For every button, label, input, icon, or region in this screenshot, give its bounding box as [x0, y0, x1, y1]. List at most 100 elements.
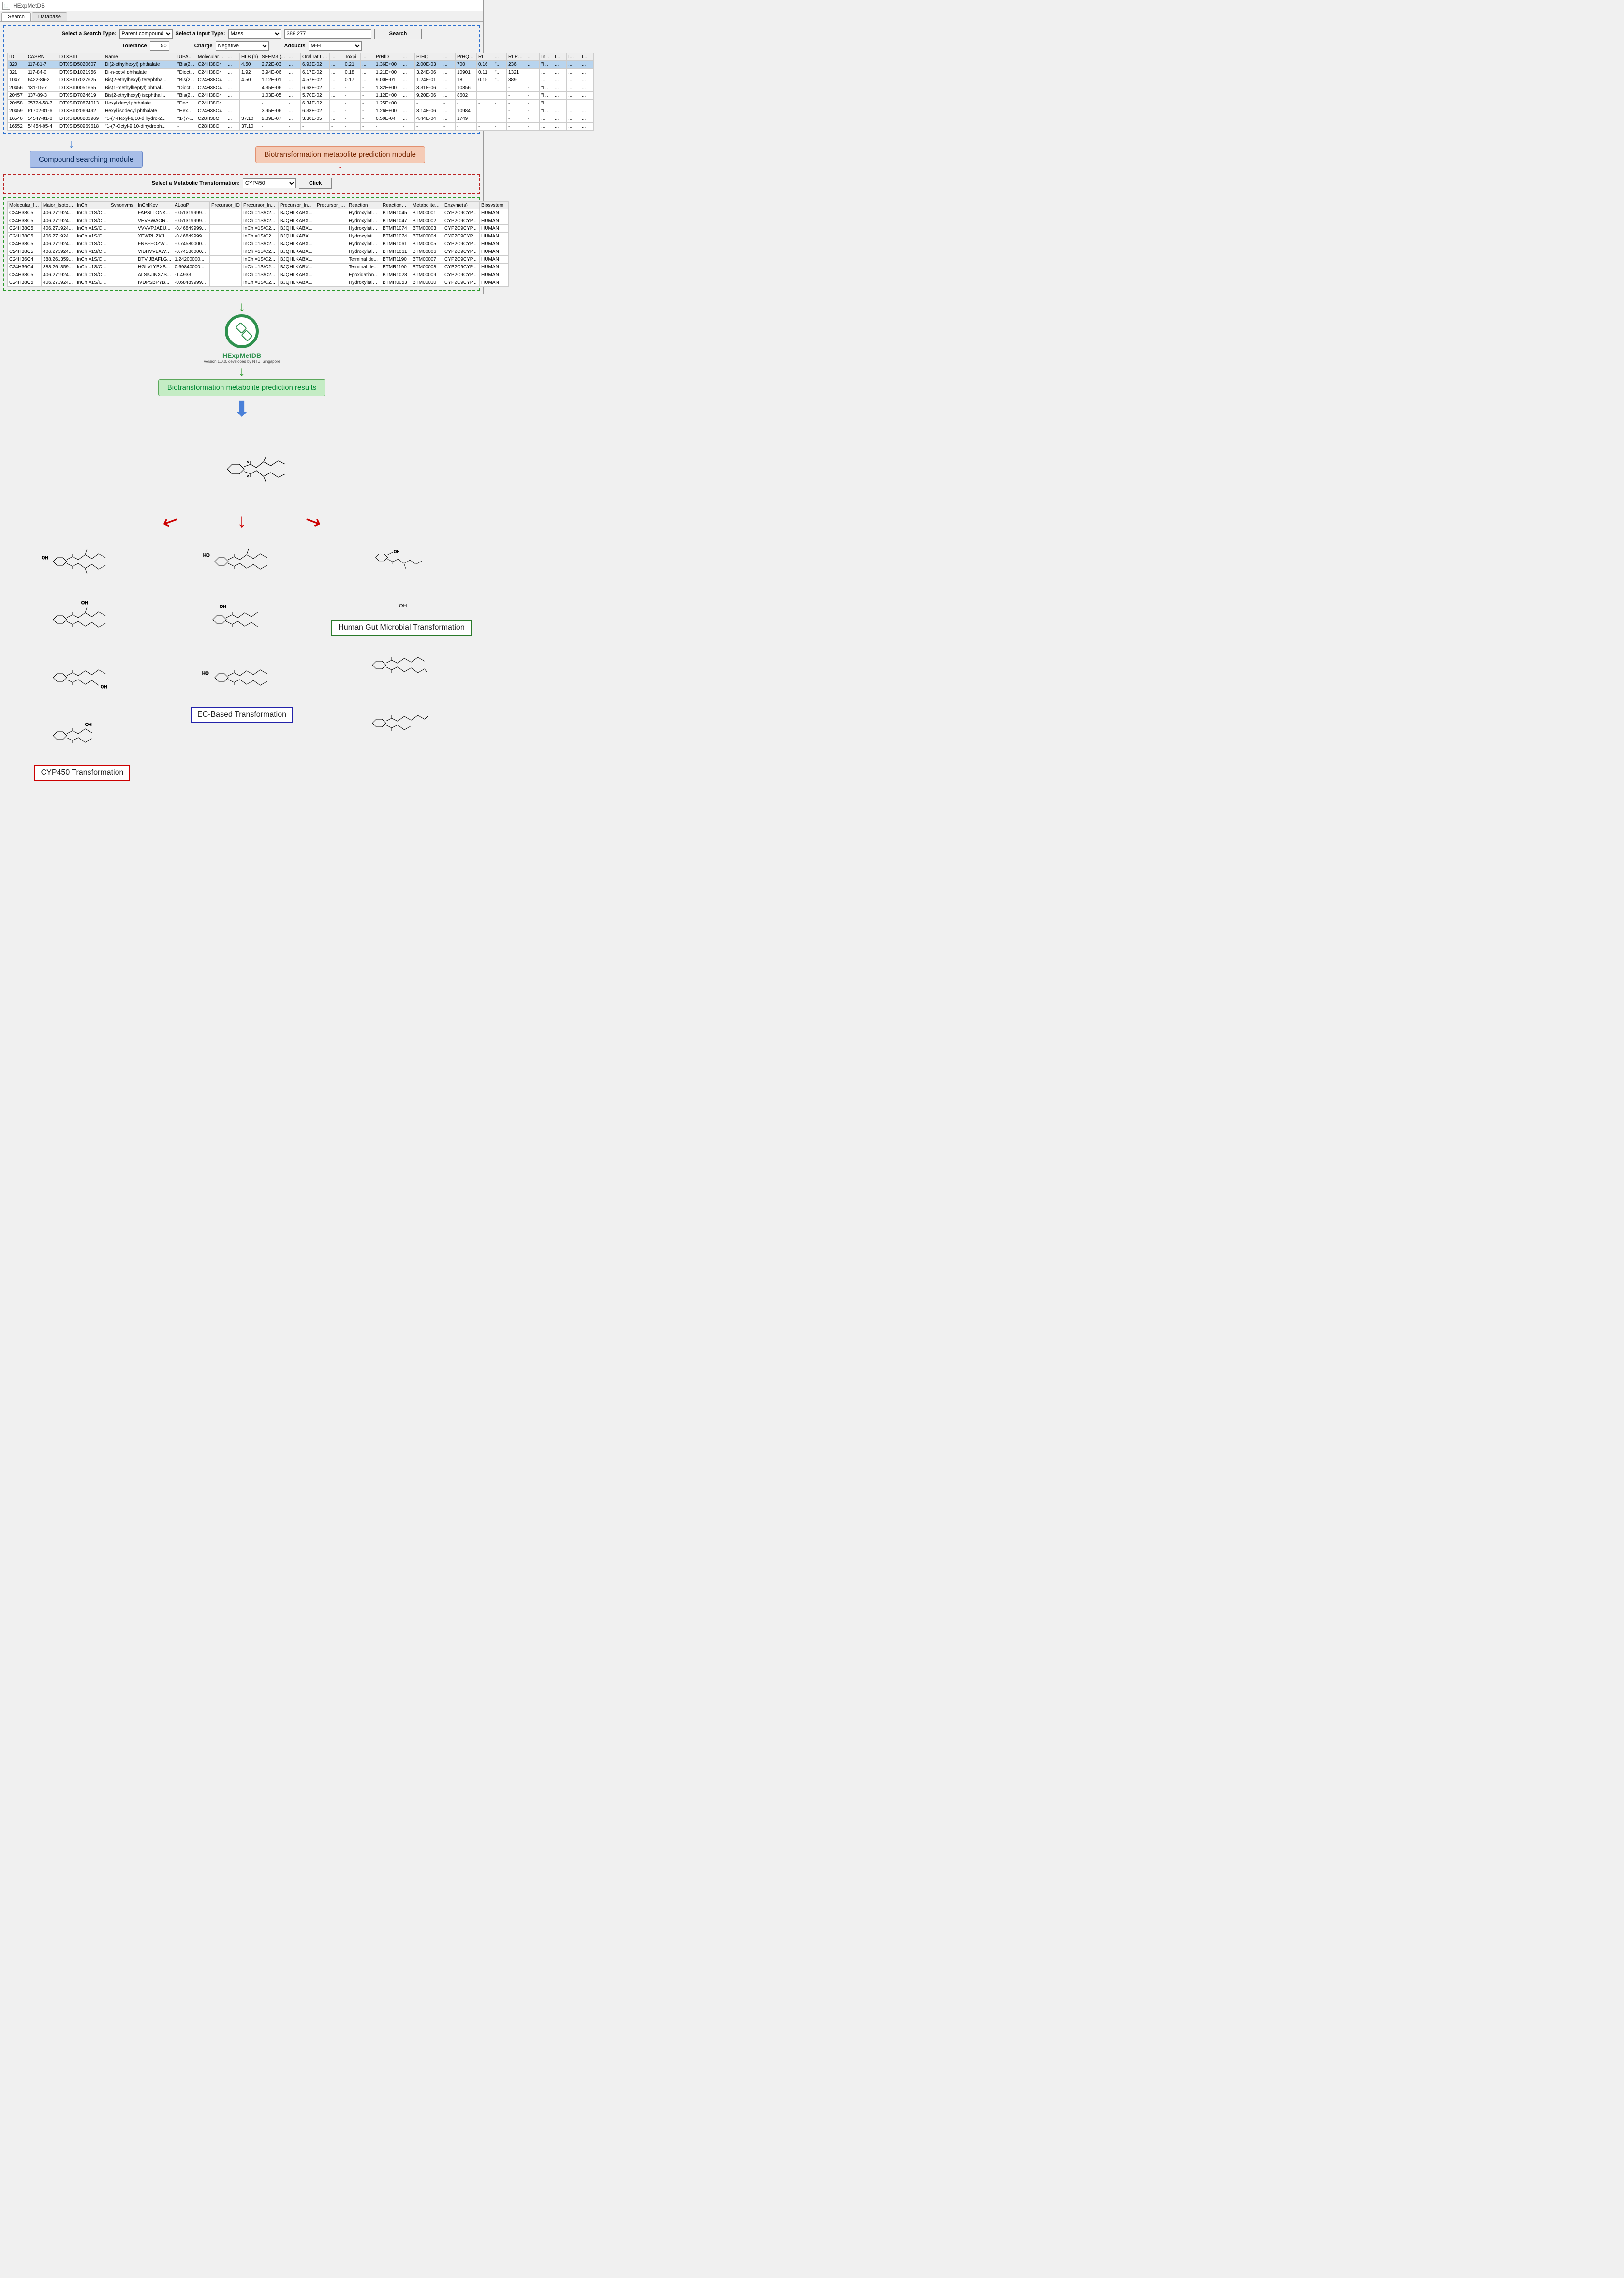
- charge-select[interactable]: Negative: [216, 41, 269, 51]
- input-type-select[interactable]: Mass: [228, 29, 281, 39]
- metab-col-header[interactable]: Precursor_A...: [315, 202, 347, 209]
- cell: ...: [330, 69, 343, 76]
- cell: Hexyl decyl phthalate: [103, 100, 176, 107]
- cell: 0.17: [343, 76, 361, 84]
- metabolite-table[interactable]: Molecular_fo...Major_Isotop...InChISynon…: [7, 201, 509, 287]
- metab-col-header[interactable]: Synonyms: [109, 202, 136, 209]
- table-row[interactable]: 1654654547-81-8DTXSID80202969"1-(7-Hexyl…: [8, 115, 594, 123]
- table-row[interactable]: 2045961702-81-6DTXSID2069492Hexyl isodec…: [8, 107, 594, 115]
- biotrans-select[interactable]: CYP450: [243, 178, 296, 188]
- results-col-header[interactable]: ...: [361, 53, 374, 61]
- table-row[interactable]: C24H38O5406.271924...InChI=1S/C2...FNBFF…: [8, 240, 509, 248]
- cell: Terminal de...: [347, 264, 381, 271]
- metab-col-header[interactable]: Biosystem: [480, 202, 509, 209]
- results-col-header[interactable]: IUPA...: [176, 53, 196, 61]
- results-col-header[interactable]: PrHQ: [415, 53, 442, 61]
- ec-column: HO OH HO EC-Based Transformation: [169, 533, 314, 723]
- table-row[interactable]: 320117-81-7DTXSID5020607Di(2-ethylhexyl)…: [8, 61, 594, 69]
- table-row[interactable]: C24H36O4388.261359...InChI=1S/C2...DTVIJ…: [8, 256, 509, 264]
- cell: "1-(7-...: [176, 115, 196, 123]
- mass-input[interactable]: [284, 29, 371, 39]
- cell: C24H38O5: [8, 209, 42, 217]
- cell: 406.271924...: [42, 217, 75, 225]
- biotrans-module-box: Select a Metabolic Transformation: CYP45…: [3, 174, 480, 194]
- adducts-select[interactable]: M-H: [309, 41, 362, 51]
- results-col-header[interactable]: ...: [526, 53, 540, 61]
- cell: [315, 209, 347, 217]
- metab-col-header[interactable]: Major_Isotop...: [42, 202, 75, 209]
- cell: -: [456, 123, 477, 131]
- table-row[interactable]: 10476422-86-2DTXSID7027625Bis(2-ethylhex…: [8, 76, 594, 84]
- results-col-header[interactable]: HLB (h): [240, 53, 260, 61]
- table-row[interactable]: 1655254454-95-4DTXSID50969618"1-(7-Octyl…: [8, 123, 594, 131]
- cell: [240, 107, 260, 115]
- table-row[interactable]: C24H38O5406.271924...InChI=1S/C2...VIBHV…: [8, 248, 509, 256]
- cell: C28H38O: [196, 123, 226, 131]
- table-row[interactable]: C24H38O5406.271924...InChI=1S/C2...XEWPU…: [8, 233, 509, 240]
- search-type-select[interactable]: Parent compound: [119, 29, 173, 39]
- tab-database[interactable]: Database: [32, 12, 67, 21]
- tab-search[interactable]: Search: [1, 12, 31, 21]
- metab-col-header[interactable]: Metabolite_ID: [411, 202, 443, 209]
- results-col-header[interactable]: Toxpi: [343, 53, 361, 61]
- results-col-header[interactable]: I...: [553, 53, 567, 61]
- results-col-header[interactable]: PrHQ...: [456, 53, 477, 61]
- results-col-header[interactable]: DTXSID: [58, 53, 103, 61]
- cell: VIBHVVLXWI...: [136, 248, 173, 256]
- biotrans-click-button[interactable]: Click: [299, 178, 332, 189]
- results-col-header[interactable]: Molecular f...: [196, 53, 226, 61]
- cell: -: [343, 115, 361, 123]
- cell: HUMAN: [480, 209, 509, 217]
- results-col-header[interactable]: ID: [8, 53, 26, 61]
- metab-col-header[interactable]: Precursor_In...: [242, 202, 279, 209]
- results-col-header[interactable]: ...: [493, 53, 507, 61]
- table-row[interactable]: C24H38O5406.271924...InChI=1S/C2...IVDPS…: [8, 279, 509, 287]
- compound-search-module: Select a Search Type: Parent compound Se…: [3, 25, 480, 134]
- table-row[interactable]: 321117-84-0DTXSID1021956Di-n-octyl phtha…: [8, 69, 594, 76]
- tolerance-label: Tolerance: [122, 43, 147, 49]
- results-col-header[interactable]: In...: [540, 53, 553, 61]
- metab-col-header[interactable]: Enzyme(s): [443, 202, 480, 209]
- metab-col-header[interactable]: Reaction: [347, 202, 381, 209]
- cell: DTXSID50969618: [58, 123, 103, 131]
- metab-col-header[interactable]: Precursor_In...: [279, 202, 315, 209]
- table-row[interactable]: C24H38O5406.271924...InChI=1S/C2...FAPSL…: [8, 209, 509, 217]
- app-window: ⬚ HExpMetDB Search Database Select a Sea…: [0, 0, 484, 294]
- metab-col-header[interactable]: ALogP: [173, 202, 210, 209]
- table-row[interactable]: C24H38O5406.271924...InChI=1S/C2...VVVVP…: [8, 225, 509, 233]
- results-col-header[interactable]: Oral rat LD...: [301, 53, 330, 61]
- chemical-tree: ↙ ↓ ↘ OH OH OH OH CYP450 Transformation …: [0, 438, 484, 796]
- results-col-header[interactable]: SEEM3 (...: [260, 53, 287, 61]
- results-col-header[interactable]: ...: [442, 53, 456, 61]
- results-col-header[interactable]: ...: [330, 53, 343, 61]
- table-row[interactable]: C24H38O5406.271924...InChI=1S/C2...VEVSW…: [8, 217, 509, 225]
- table-row[interactable]: C24H38O5406.271924...InChI=1S/C2...ALSKJ…: [8, 271, 509, 279]
- metab-col-header[interactable]: Reaction_ID: [381, 202, 411, 209]
- metab-col-header[interactable]: InChI: [75, 202, 109, 209]
- table-row[interactable]: 2045825724-58-7DTXSID70874013Hexyl decyl…: [8, 100, 594, 107]
- metab-col-header[interactable]: InChIKey: [136, 202, 173, 209]
- metab-col-header[interactable]: Molecular_fo...: [8, 202, 42, 209]
- results-col-header[interactable]: Name: [103, 53, 176, 61]
- results-col-header[interactable]: RI: [477, 53, 493, 61]
- results-col-header[interactable]: CASRN: [26, 53, 58, 61]
- titlebar: ⬚ HExpMetDB: [0, 0, 483, 11]
- tolerance-input[interactable]: [150, 41, 169, 51]
- cell: ...: [553, 92, 567, 100]
- table-row[interactable]: C24H36O4388.261359...InChI=1S/C2...HGLVL…: [8, 264, 509, 271]
- cell: -: [361, 100, 374, 107]
- cell: BJQHLKABX...: [279, 256, 315, 264]
- table-row[interactable]: 20457137-89-3DTXSID7024619Bis(2-ethylhex…: [8, 92, 594, 100]
- results-col-header[interactable]: I...: [580, 53, 594, 61]
- results-col-header[interactable]: I...: [567, 53, 580, 61]
- table-row[interactable]: 20456131-15-7DTXSID0051655Bis(1-methylhe…: [8, 84, 594, 92]
- results-col-header[interactable]: RI Ra...: [507, 53, 526, 61]
- results-col-header[interactable]: ...: [226, 53, 240, 61]
- results-col-header[interactable]: PrRfD: [374, 53, 401, 61]
- metab-col-header[interactable]: Precursor_ID: [210, 202, 242, 209]
- results-col-header[interactable]: ...: [401, 53, 415, 61]
- search-button[interactable]: Search: [374, 29, 422, 39]
- results-col-header[interactable]: ...: [287, 53, 301, 61]
- cell: ...: [540, 76, 553, 84]
- results-table[interactable]: IDCASRNDTXSIDNameIUPA...Molecular f.....…: [7, 53, 594, 131]
